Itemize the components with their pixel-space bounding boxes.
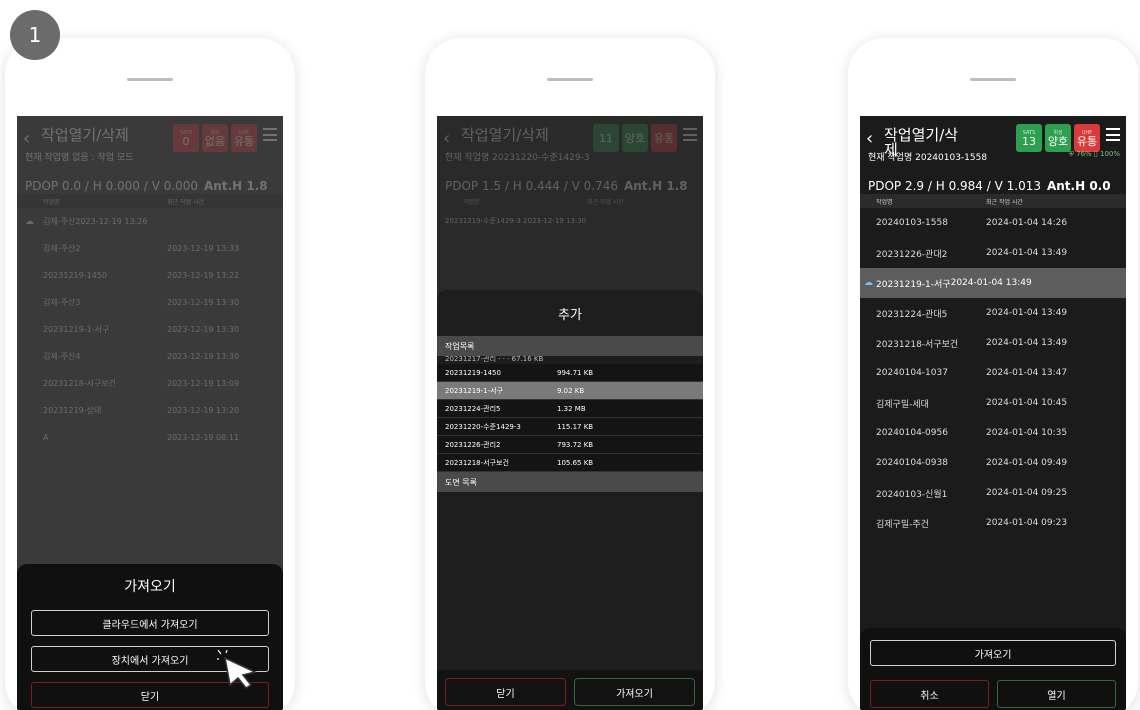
import-button[interactable]: 가져오기	[870, 640, 1116, 666]
list-item[interactable]: 김제구밀-세대 2024-01-04 10:45	[860, 388, 1126, 418]
list-item[interactable]: 20231219-1450 2023-12-19 13:22	[17, 262, 283, 289]
back-arrow-icon[interactable]: ‹	[23, 128, 30, 149]
import-bottom-sheet: 가져오기 클라우드에서 가져오기 장치에서 가져오기 닫기	[17, 564, 283, 710]
job-list: ☁ 김제-주산 2023-12-19 13:26 김제-주산2 2023-12-19 …	[17, 208, 283, 451]
cancel-button[interactable]: 취소	[870, 680, 989, 708]
section-header-drawing: 도면 목록	[437, 472, 703, 492]
list-item[interactable]: 20240103-1558 2024-01-04 14:26	[860, 208, 1126, 238]
battery-status: ⛨ 76% ▯ 100%	[1068, 150, 1120, 158]
list-item[interactable]: 김제-주산2 2023-12-19 13:33	[17, 235, 283, 262]
action-buttons: 취소 열기	[870, 680, 1116, 708]
import-from-cloud-button[interactable]: 클라우드에서 가져오기	[31, 610, 269, 636]
section-header-work: 작업목록	[437, 336, 703, 356]
app-header: ‹ 작업열기/삭제 11 양호 유통 현재 작업명 20231220-수준142…	[437, 116, 703, 178]
file-row[interactable]: 20231218-서구보건 105.65 KB	[437, 454, 703, 472]
uhf-badge: 유통	[651, 124, 677, 152]
column-headers: 작업명 최근 작업 시간	[860, 194, 1126, 208]
list-item[interactable]: 김제-주산4 2023-12-19 13:30	[17, 343, 283, 370]
current-job-label: 현재 작업명 없음 : 작업 모드	[25, 153, 134, 163]
status-badges: SATS 0 위성 없음 UHF 유통	[173, 124, 257, 152]
fix-badge: 양호	[622, 124, 648, 152]
background-row: 20231219-수준1429-3 2023-12-19 13:30	[445, 217, 587, 225]
open-button[interactable]: 열기	[997, 680, 1116, 708]
list-item[interactable]: 20231226-관대2 2024-01-04 13:49	[860, 238, 1126, 268]
phone3-screen: ‹ 작업열기/삭제 SATS 13 위성 양호 UHF 유통 현재 작업명 20240…	[860, 116, 1126, 710]
list-item[interactable]: A 2023-12-19 08:11	[17, 424, 283, 451]
list-item[interactable]: 20240104-1037 2024-01-04 13:47	[860, 358, 1126, 388]
file-row[interactable]: 20231219-1450 994.71 KB	[437, 364, 703, 382]
list-item[interactable]: 20231219-상태 2023-12-19 13:20	[17, 397, 283, 424]
fix-badge: 위성 양호	[1045, 124, 1071, 152]
app-header: ‹ 작업열기/삭제 SATS 0 위성 없음 UHF 유통 현재 작업명 없음 : 작…	[17, 116, 283, 178]
tutorial-stage: 1 ‹ 작업열기/삭제 SATS 0 위성 없음 UHF 유통 현재 작업명 없음 :…	[0, 0, 1140, 710]
modal-footer: 닫기 가져오기	[437, 670, 703, 710]
job-list: 20240103-1558 2024-01-04 14:26 20231226-관…	[860, 208, 1126, 538]
pointer-cursor-icon	[217, 650, 258, 690]
column-headers: 작업명 최근 작업 시간	[437, 194, 703, 208]
sats-badge: 11	[593, 124, 619, 152]
status-badges: 11 양호 유통	[593, 124, 677, 152]
list-item[interactable]: ☁ 김제-주산 2023-12-19 13:26	[17, 208, 283, 235]
pdop-readout: PDOP 1.5 / H 0.444 / V 0.746 Ant.H 1.8	[445, 179, 688, 193]
sats-badge: SATS 13	[1016, 124, 1042, 152]
scrolled-row-partial: 20231217-관리 · · · 67.16 KB	[445, 356, 544, 363]
step-number-badge: 1	[10, 10, 60, 60]
add-modal: 추가 작업목록 20231217-관리 · · · 67.16 KB 20231…	[437, 290, 703, 710]
phone2-screen: ‹ 작업열기/삭제 11 양호 유통 현재 작업명 20231220-수준142…	[437, 116, 703, 710]
list-item[interactable]: 20231219-1-서구 2023-12-19 13:30	[17, 316, 283, 343]
page-title: 작업열기/삭제	[461, 126, 549, 144]
app-header: ‹ 작업열기/삭제 SATS 13 위성 양호 UHF 유통 현재 작업명 20240…	[860, 116, 1126, 178]
action-bottom-sheet: 가져오기 취소 열기	[860, 628, 1126, 710]
sats-badge: SATS 0	[173, 124, 199, 152]
list-item-selected[interactable]: ☁ 20231219-1-서구 2024-01-04 13:49	[860, 268, 1126, 298]
hamburger-menu-icon[interactable]	[683, 128, 697, 141]
phone-mockup-1: ‹ 작업열기/삭제 SATS 0 위성 없음 UHF 유통 현재 작업명 없음 : 작…	[5, 38, 295, 710]
phone1-screen: ‹ 작업열기/삭제 SATS 0 위성 없음 UHF 유통 현재 작업명 없음 : 작…	[17, 116, 283, 710]
file-row[interactable]: 20231220-수준1429-3 115.17 KB	[437, 418, 703, 436]
list-item[interactable]: 20231218-서구보건 2023-12-19 13:09	[17, 370, 283, 397]
uhf-badge: UHF 유통	[1074, 124, 1100, 152]
list-item[interactable]: 20231218-서구보건 2024-01-04 13:49	[860, 328, 1126, 358]
phone-mockup-2: ‹ 작업열기/삭제 11 양호 유통 현재 작업명 20231220-수준142…	[425, 38, 715, 710]
list-item[interactable]: 김제구밀-주건 2024-01-04 09:23	[860, 508, 1126, 538]
hamburger-menu-icon[interactable]	[1106, 128, 1120, 141]
cloud-icon: ☁	[25, 216, 34, 227]
phone-notch	[127, 78, 173, 81]
file-row[interactable]: 20231226-관리2 793.72 KB	[437, 436, 703, 454]
phone-mockup-3: ‹ 작업열기/삭제 SATS 13 위성 양호 UHF 유통 현재 작업명 20240…	[848, 38, 1138, 710]
list-item[interactable]: 20240104-0956 2024-01-04 10:35	[860, 418, 1126, 448]
list-item[interactable]: 김제-주산3 2023-12-19 13:30	[17, 289, 283, 316]
status-badges: SATS 13 위성 양호 UHF 유통	[1016, 124, 1100, 152]
list-item[interactable]: 20240104-0938 2024-01-04 09:49	[860, 448, 1126, 478]
file-row-selected[interactable]: 20231219-1-서구 9.02 KB	[437, 382, 703, 400]
pdop-readout: PDOP 0.0 / H 0.000 / V 0.000 Ant.H 1.8	[25, 179, 268, 193]
hamburger-menu-icon[interactable]	[263, 128, 277, 141]
file-row[interactable]: 20231224-관리5 1.32 MB	[437, 400, 703, 418]
phone-notch	[547, 78, 593, 81]
back-arrow-icon[interactable]: ‹	[443, 128, 450, 149]
modal-title: 추가	[558, 308, 582, 323]
uhf-badge: UHF 유통	[231, 124, 257, 152]
close-button[interactable]: 닫기	[445, 678, 566, 706]
pdop-readout: PDOP 2.9 / H 0.984 / V 1.013 Ant.H 0.0	[868, 179, 1111, 193]
fix-badge: 위성 없음	[202, 124, 228, 152]
import-button[interactable]: 가져오기	[574, 678, 695, 706]
phone-notch	[970, 78, 1016, 81]
cloud-icon: ☁	[864, 278, 873, 288]
list-item[interactable]: 20231224-관대5 2024-01-04 13:49	[860, 298, 1126, 328]
page-title: 작업열기/삭제	[41, 126, 129, 144]
current-job-label: 현재 작업명 20231220-수준1429-3	[445, 153, 590, 163]
column-headers: 작업명 최근 작업 시간	[17, 194, 283, 208]
sheet-title: 가져오기	[124, 579, 176, 595]
list-item[interactable]: 20240103-신월1 2024-01-04 09:25	[860, 478, 1126, 508]
back-arrow-icon[interactable]: ‹	[866, 128, 873, 149]
